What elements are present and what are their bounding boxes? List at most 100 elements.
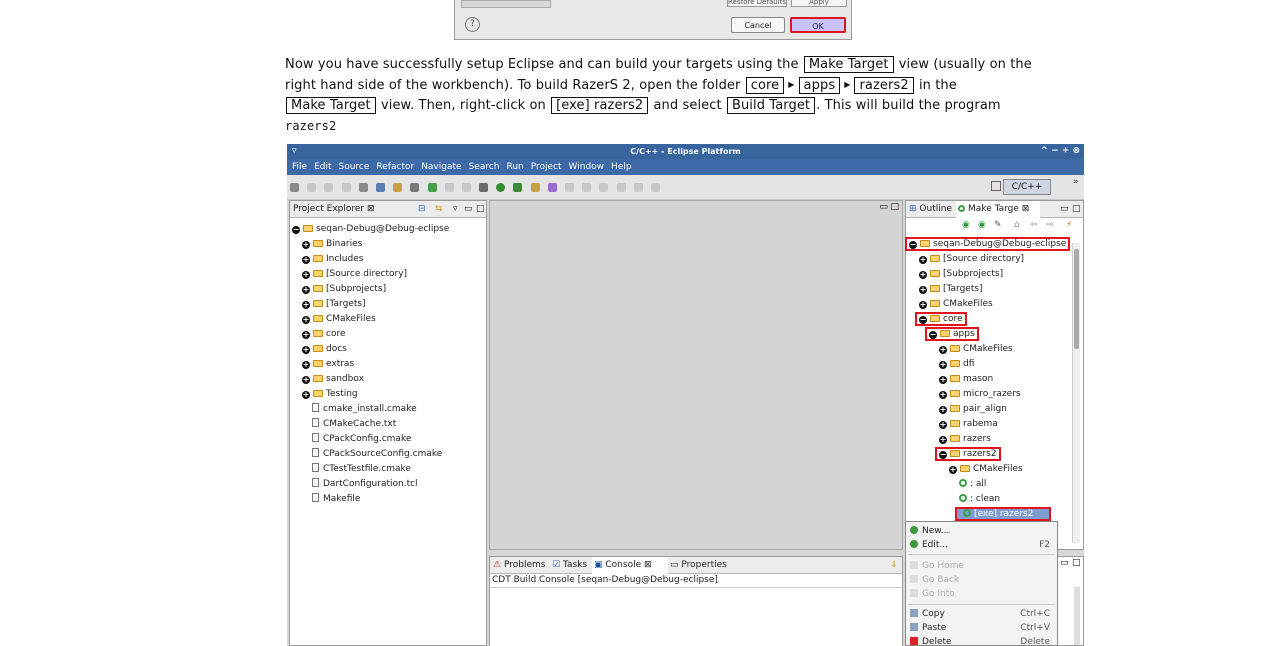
make-target-item[interactable]: + rabema: [937, 417, 1000, 432]
tree-item[interactable]: + [Targets]: [302, 297, 366, 312]
apply-button[interactable]: Apply: [791, 0, 847, 7]
tree-item[interactable]: + sandbox: [302, 372, 364, 387]
tree-item[interactable]: CPackConfig.cmake: [312, 432, 411, 447]
expand-icon[interactable]: +: [939, 391, 947, 399]
menu-run[interactable]: Run: [506, 162, 523, 172]
minimize-icon[interactable]: ▭: [464, 201, 473, 218]
collapse-icon[interactable]: −: [909, 241, 917, 249]
menu-navigate[interactable]: Navigate: [421, 162, 461, 172]
expand-icon[interactable]: +: [302, 286, 310, 294]
make-target-item[interactable]: + CMakeFiles: [917, 297, 995, 312]
vertical-scrollbar[interactable]: [1072, 243, 1080, 543]
menu-source[interactable]: Source: [339, 162, 370, 172]
prev-annotation-icon[interactable]: [599, 183, 609, 192]
back-icon[interactable]: ⇦: [1030, 220, 1038, 230]
make-target-item[interactable]: + micro_razers: [937, 387, 1023, 402]
tree-item[interactable]: DartConfiguration.tcl: [312, 477, 418, 492]
make-target-item[interactable]: − razers2: [935, 447, 1001, 462]
collapse-icon[interactable]: −: [292, 226, 300, 234]
expand-icon[interactable]: +: [302, 316, 310, 324]
new-project-icon[interactable]: [375, 183, 385, 192]
expand-icon[interactable]: +: [302, 331, 310, 339]
expand-icon[interactable]: +: [302, 376, 310, 384]
save-icon[interactable]: [307, 183, 317, 192]
tree-item[interactable]: + Includes: [302, 252, 363, 267]
link-editor-icon[interactable]: ⇆: [435, 201, 443, 218]
menu-edit[interactable]: Edit: [314, 162, 331, 172]
open-type-icon[interactable]: [530, 183, 540, 192]
save-all-icon[interactable]: [324, 183, 334, 192]
cancel-button[interactable]: Cancel: [731, 17, 785, 33]
annotation-icon[interactable]: [565, 183, 574, 192]
menu-file[interactable]: File: [292, 162, 307, 172]
perspective-cpp-button[interactable]: C/C++: [1003, 179, 1051, 195]
external-tools-icon[interactable]: [513, 183, 523, 192]
scroll-thumb[interactable]: [1074, 249, 1079, 349]
expand-icon[interactable]: +: [302, 301, 310, 309]
make-target-item[interactable]: + [Subprojects]: [917, 267, 1005, 282]
maximize-icon[interactable]: □: [890, 202, 899, 212]
back-icon[interactable]: [633, 183, 643, 192]
make-target-item[interactable]: [exe] razers2: [954, 507, 1052, 522]
collapse-icon[interactable]: −: [919, 316, 927, 324]
new-file-icon[interactable]: [410, 183, 420, 192]
build-icon[interactable]: [358, 183, 368, 192]
run-icon[interactable]: [496, 183, 506, 192]
horizontal-scrollbar[interactable]: [461, 0, 551, 8]
expand-icon[interactable]: +: [302, 241, 310, 249]
tab-project-explorer[interactable]: Project Explorer ⊠: [293, 201, 375, 218]
make-target-item[interactable]: + [Targets]: [917, 282, 985, 297]
tree-item[interactable]: CTestTestfile.cmake: [312, 462, 411, 477]
new-class-icon[interactable]: [427, 183, 437, 192]
menu-refactor[interactable]: Refactor: [376, 162, 414, 172]
tree-item[interactable]: Makefile: [312, 492, 360, 507]
make-target-item[interactable]: + razers: [937, 432, 993, 447]
new-folder-icon[interactable]: [393, 183, 403, 192]
expand-icon[interactable]: +: [302, 346, 310, 354]
make-target-item[interactable]: + dfi: [937, 357, 976, 372]
make-target-item[interactable]: : all: [957, 477, 988, 492]
maximize-icon[interactable]: □: [1072, 558, 1081, 568]
search-icon[interactable]: [547, 183, 557, 192]
tab-problems[interactable]: ⚠ Problems: [493, 557, 545, 574]
home-icon[interactable]: ⌂: [1014, 220, 1020, 230]
context-menu-item[interactable]: New...: [910, 525, 1054, 538]
pin-icon[interactable]: ⇓: [890, 557, 898, 574]
menu-help[interactable]: Help: [611, 162, 632, 172]
tree-item[interactable]: CMakeCache.txt: [312, 417, 396, 432]
collapse-all-icon[interactable]: ⊟: [418, 201, 426, 218]
restore-defaults-button[interactable]: Restore Defaults: [727, 0, 787, 7]
expand-icon[interactable]: +: [302, 361, 310, 369]
window-menu-icon[interactable]: ▿: [292, 144, 297, 159]
maximize-icon[interactable]: □: [476, 201, 485, 218]
print-icon[interactable]: [341, 183, 351, 192]
make-target-item[interactable]: + pair_align: [937, 402, 1009, 417]
forward-icon[interactable]: [650, 183, 660, 192]
tree-item[interactable]: + docs: [302, 342, 347, 357]
tab-console[interactable]: ▣ Console ⊠: [592, 557, 668, 574]
context-menu-item[interactable]: Edit... F2: [910, 539, 1054, 552]
filter-icon[interactable]: ⚡: [1066, 220, 1072, 230]
tab-make-target[interactable]: Make Targe ⊠: [956, 201, 1040, 218]
context-menu-item[interactable]: Copy Ctrl+C: [910, 608, 1054, 621]
expand-icon[interactable]: +: [939, 406, 947, 414]
new-icon[interactable]: [290, 183, 299, 192]
forward-icon[interactable]: ⇨: [1046, 220, 1054, 230]
help-icon[interactable]: ?: [465, 17, 480, 32]
expand-icon[interactable]: +: [302, 391, 310, 399]
expand-icon[interactable]: +: [939, 436, 947, 444]
tree-item[interactable]: CPackSourceConfig.cmake: [312, 447, 442, 462]
tree-item[interactable]: cmake_install.cmake: [312, 402, 417, 417]
context-menu-item[interactable]: Delete Delete: [910, 636, 1054, 646]
menu-search[interactable]: Search: [469, 162, 500, 172]
tree-item[interactable]: + Binaries: [302, 237, 362, 252]
expand-icon[interactable]: +: [919, 301, 927, 309]
make-target-item[interactable]: : clean: [957, 492, 1002, 507]
make-target-item[interactable]: + mason: [937, 372, 995, 387]
window-controls[interactable]: ^ − + ⊗: [1040, 144, 1080, 159]
expand-icon[interactable]: +: [302, 271, 310, 279]
make-target-item[interactable]: − core: [915, 312, 967, 327]
expand-icon[interactable]: +: [919, 286, 927, 294]
minimize-icon[interactable]: ▭: [1060, 201, 1069, 218]
context-menu-item[interactable]: Paste Ctrl+V: [910, 622, 1054, 635]
